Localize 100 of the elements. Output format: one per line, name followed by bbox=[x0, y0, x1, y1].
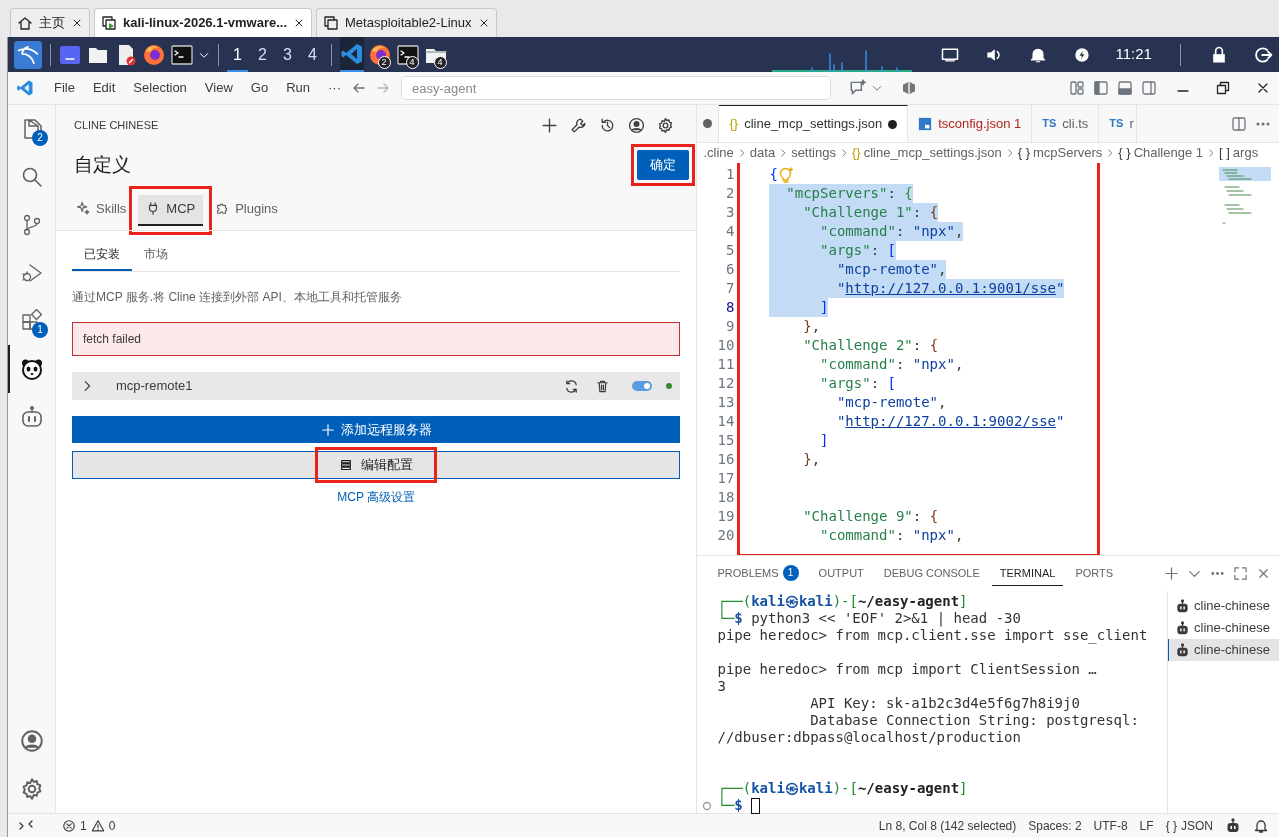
server-name: mcp-remote1 bbox=[115, 377, 193, 396]
editor-tab[interactable]: TS cli.ts bbox=[1032, 105, 1100, 142]
terminal-instance-item[interactable]: cline-chinese bbox=[1168, 639, 1279, 661]
cursor-position[interactable]: Ln 8, Col 8 (142 selected) bbox=[878, 816, 1017, 835]
file-type-icon: TS bbox=[1042, 115, 1057, 132]
line-number: 11 bbox=[716, 355, 735, 374]
browser-tab[interactable]: kali-linux-2026.1-vmware... bbox=[94, 8, 313, 37]
line-number: 1 bbox=[725, 165, 735, 184]
line-number: 2 bbox=[725, 184, 735, 203]
code-line: "command": "npx", bbox=[819, 355, 964, 374]
terminal-line: 3 bbox=[717, 678, 726, 695]
breadcrumb-icon: {} bbox=[851, 143, 861, 163]
tab[interactable]: 已安装 bbox=[71, 239, 132, 271]
panel-tab[interactable]: OUTPUT bbox=[810, 560, 872, 587]
breadcrumb-icon: [ ] bbox=[1219, 143, 1230, 163]
add-server-button[interactable]: 添加远程服务器 bbox=[71, 416, 681, 443]
tab[interactable]: Skills bbox=[67, 194, 135, 226]
taskbar-app[interactable]: 2 bbox=[367, 37, 392, 72]
line-number: 8 bbox=[725, 298, 735, 317]
menu-item[interactable]: Run bbox=[278, 76, 318, 100]
panel-title: CLINE CHINESE bbox=[73, 117, 159, 133]
indentation-status[interactable]: Spaces: 2 bbox=[1028, 816, 1082, 835]
workspace-button[interactable]: 2 bbox=[251, 37, 273, 72]
page-heading: 自定义 bbox=[73, 152, 131, 177]
terminal-line: //dbuser:dbpass@localhost/production bbox=[717, 729, 1021, 746]
terminal-line: Database Connection String: postgresql: bbox=[809, 712, 1139, 729]
breadcrumb-item[interactable]: mcpServers bbox=[1032, 143, 1103, 163]
activity-bar-item[interactable]: 2 bbox=[8, 105, 55, 153]
menu-item[interactable]: Edit bbox=[84, 76, 124, 100]
panel-tab[interactable]: DEBUG CONSOLE bbox=[875, 560, 988, 587]
line-number: 12 bbox=[716, 374, 735, 393]
workspace-button[interactable]: 3 bbox=[277, 37, 299, 72]
error-message: fetch failed bbox=[71, 322, 681, 356]
line-number: 20 bbox=[716, 526, 735, 545]
menu-item[interactable]: ··· bbox=[320, 76, 349, 100]
tab[interactable]: Plugins bbox=[207, 194, 286, 226]
line-number: 4 bbox=[725, 222, 735, 241]
tab[interactable]: 市场 bbox=[131, 239, 180, 271]
editor-tab[interactable]: tsconfig.json 1 bbox=[908, 105, 1033, 142]
panel-tab[interactable]: TERMINAL bbox=[991, 560, 1064, 587]
code-line: }, bbox=[802, 450, 821, 469]
activity-bar-item[interactable]: 1 bbox=[8, 297, 55, 345]
line-number: 9 bbox=[725, 317, 735, 336]
advanced-settings-link[interactable]: MCP 高级设置 bbox=[337, 490, 416, 504]
line-number: 16 bbox=[716, 450, 735, 469]
breadcrumb-item[interactable]: cline_mcp_settings.json bbox=[863, 143, 1002, 163]
file-type-icon: TS bbox=[1109, 115, 1124, 132]
menu-item[interactable]: Selection bbox=[125, 76, 195, 100]
taskbar-app[interactable]: 4 bbox=[423, 37, 448, 72]
code-line: "Challenge 9": { bbox=[802, 507, 939, 526]
language-status[interactable]: { } JSON bbox=[1165, 816, 1213, 835]
code-line: ] bbox=[819, 431, 829, 450]
terminal-line: pipe heredoc> from mcp import ClientSession … bbox=[717, 661, 1097, 678]
editor-tab[interactable]: TS r bbox=[1099, 105, 1137, 142]
line-ending-status[interactable]: LF bbox=[1139, 816, 1154, 835]
count-badge: 1 bbox=[31, 322, 48, 338]
count-badge: 2 bbox=[31, 130, 48, 146]
problems-status[interactable]: 1 0 bbox=[62, 816, 116, 835]
breadcrumb-item[interactable]: Challenge 1 bbox=[1133, 143, 1203, 163]
breadcrumb-icon: { } bbox=[1118, 143, 1131, 163]
terminal-line: ┌──(kali㉿kali)-[~/easy-agent] bbox=[717, 593, 968, 610]
browser-tab[interactable]: Metasploitable2-Linux bbox=[316, 8, 497, 37]
line-number: 7 bbox=[725, 279, 735, 298]
line-number: 14 bbox=[716, 412, 735, 431]
breadcrumb-item[interactable]: data bbox=[749, 143, 776, 163]
description-text: 通过MCP 服务.将 Cline 连接到外部 API、本地工具和托管服务 bbox=[71, 289, 403, 306]
terminal-line: └─$ python3 << 'EOF' 2>&1 | head -30 bbox=[717, 610, 1021, 627]
code-line: }, bbox=[802, 317, 821, 336]
panel-tab[interactable]: PROBLEMS 1 bbox=[709, 560, 807, 587]
server-row[interactable]: mcp-remote1 bbox=[71, 372, 681, 400]
code-line: "command": "npx", bbox=[819, 526, 964, 545]
terminal-instance-item[interactable]: cline-chinese bbox=[1168, 617, 1279, 639]
code-line: "Challenge 2": { bbox=[802, 336, 939, 355]
menu-item[interactable]: View bbox=[196, 76, 241, 100]
terminal-line: └─$ bbox=[717, 797, 743, 814]
encoding-status[interactable]: UTF-8 bbox=[1093, 816, 1128, 835]
file-type-icon: {} bbox=[729, 114, 739, 134]
browser-tab[interactable]: 主页 bbox=[10, 8, 90, 37]
count-badge: 1 bbox=[782, 565, 799, 581]
menu-item[interactable]: Go bbox=[242, 76, 277, 100]
code-line: "mcp-remote", bbox=[835, 393, 947, 412]
taskbar-app[interactable]: 4 bbox=[395, 37, 420, 72]
terminal-instance-item[interactable]: cline-chinese bbox=[1168, 595, 1279, 617]
panel-tab[interactable]: PORTS bbox=[1067, 560, 1122, 587]
confirm-button[interactable]: 确定 bbox=[637, 150, 690, 180]
menu-item[interactable]: File bbox=[46, 76, 83, 100]
breadcrumb-item[interactable]: args bbox=[1232, 143, 1259, 163]
code-line: "args": [ bbox=[819, 374, 896, 393]
breadcrumb-item[interactable]: settings bbox=[791, 143, 836, 163]
workspace-button[interactable]: 4 bbox=[302, 37, 324, 72]
workspace-button[interactable]: 1 bbox=[226, 37, 248, 72]
line-number: 13 bbox=[716, 393, 735, 412]
mcp-link[interactable]: MCP bbox=[95, 290, 123, 304]
line-number: 19 bbox=[716, 507, 735, 526]
line-number: 10 bbox=[716, 336, 735, 355]
editor-tab[interactable]: {} cline_mcp_settings.json bbox=[719, 105, 909, 142]
line-number: 18 bbox=[716, 488, 735, 507]
line-number: 3 bbox=[725, 203, 735, 222]
command-center-field[interactable]: easy-agent bbox=[401, 76, 831, 100]
breadcrumb-item[interactable]: .cline bbox=[703, 143, 734, 163]
